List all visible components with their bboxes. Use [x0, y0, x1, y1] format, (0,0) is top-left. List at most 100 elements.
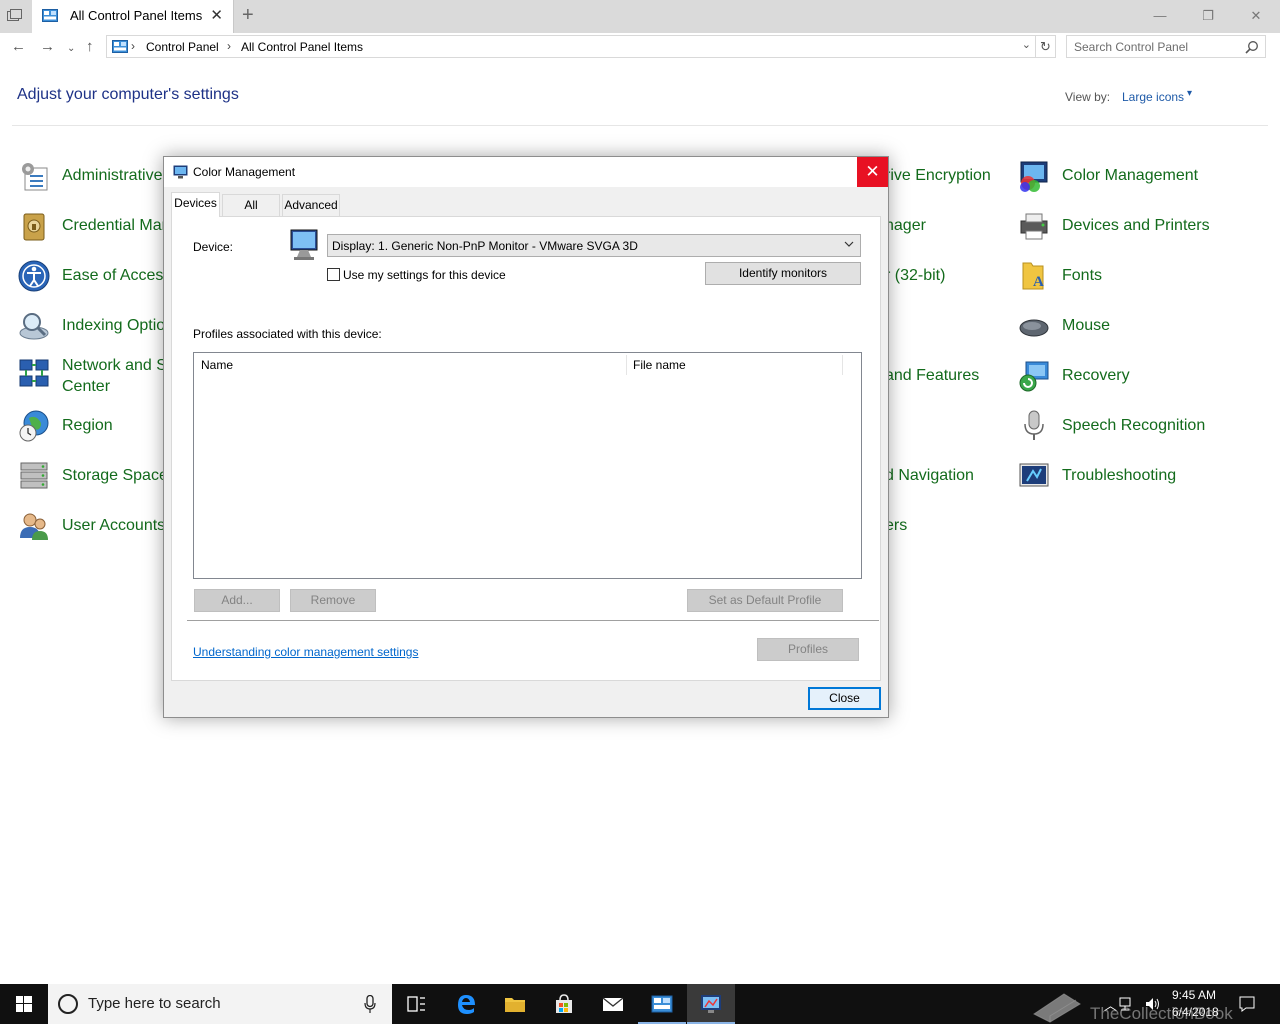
view-by-caret-icon[interactable]: ▾	[1187, 88, 1192, 99]
dialog-title: Color Management	[193, 165, 296, 179]
address-dropdown-icon[interactable]: ⌄	[1022, 38, 1031, 51]
close-window-button[interactable]: ✕	[1233, 0, 1279, 33]
cp-item-taskbar-navigation-label[interactable]: d Navigation	[885, 465, 974, 486]
set-default-profile-button[interactable]: Set as Default Profile	[687, 589, 843, 612]
cp-item-label: Recovery	[1062, 367, 1130, 384]
region-globe-icon	[19, 410, 49, 442]
cp-item-label: Region	[62, 417, 113, 434]
file-explorer-icon	[505, 998, 525, 1012]
tab-close-icon[interactable]: ✕	[210, 8, 223, 24]
action-center-icon[interactable]	[1238, 995, 1256, 1013]
control-panel-icon	[42, 9, 58, 22]
clock-time[interactable]: 9:45 AM	[1172, 988, 1216, 1002]
cp-item-label: Devices and Printers	[1062, 217, 1210, 234]
identify-monitors-button[interactable]: Identify monitors	[705, 262, 861, 285]
forward-button[interactable]: →	[40, 38, 55, 56]
page-title: Adjust your computer's settings	[17, 86, 239, 103]
svg-text:A: A	[1033, 274, 1044, 290]
cp-item-programs-features-label[interactable]: and Features	[885, 365, 979, 386]
new-tab-icon[interactable]: +	[242, 5, 254, 25]
search-icon[interactable]	[1245, 40, 1259, 54]
refresh-button[interactable]: ↻	[1036, 35, 1056, 58]
minimize-button[interactable]: —	[1137, 0, 1183, 33]
restore-button[interactable]: ❐	[1185, 0, 1231, 33]
up-button[interactable]: ↑	[86, 38, 94, 56]
back-button[interactable]: ←	[11, 38, 26, 56]
device-label: Device:	[193, 240, 234, 254]
color-management-dialog: Color Management ✕ Devices All Profiles …	[163, 156, 889, 718]
breadcrumb-separator[interactable]: ›	[131, 39, 135, 53]
color-management-icon	[701, 995, 721, 1013]
address-bar[interactable]: › Control Panel › All Control Panel Item…	[106, 35, 1036, 58]
cp-item-flash-player-label[interactable]: r (32-bit)	[885, 265, 945, 286]
color-management-icon	[173, 165, 188, 179]
address-row: ← → ⌄ ↑ › Control Panel › All Control Pa…	[0, 33, 1280, 61]
profiles-button[interactable]: Profiles	[757, 638, 859, 661]
cp-item-label: Troubleshooting	[1062, 467, 1177, 484]
mouse-icon	[1019, 319, 1049, 337]
search-input[interactable]	[1074, 37, 1244, 56]
microphone-icon[interactable]	[364, 995, 376, 1013]
task-view-icon	[407, 996, 425, 1012]
profiles-list[interactable]: Name File name	[193, 352, 862, 579]
add-button[interactable]: Add...	[194, 589, 280, 612]
close-button[interactable]: Close	[808, 687, 881, 710]
credential-manager-icon	[23, 213, 45, 241]
store-app[interactable]	[540, 984, 588, 1024]
cp-item-label: Network and S	[62, 357, 167, 374]
use-my-settings-label[interactable]: Use my settings for this device	[343, 268, 506, 282]
column-divider[interactable]	[842, 355, 843, 375]
taskbar-search[interactable]: Type here to search	[48, 984, 392, 1024]
color-management-app[interactable]	[687, 984, 735, 1024]
view-by-label: View by:	[1065, 90, 1111, 104]
dialog-close-icon[interactable]: ✕	[857, 157, 888, 187]
windows-start-icon[interactable]	[0, 984, 48, 1024]
recovery-icon	[1019, 361, 1049, 392]
taskbar: Type here to search ︿ 9:45 AM 6/4/2018	[0, 984, 1280, 1024]
task-view-button[interactable]	[392, 984, 440, 1024]
remove-button[interactable]: Remove	[290, 589, 376, 612]
use-my-settings-checkbox[interactable]	[327, 268, 340, 281]
recent-locations-icon[interactable]: ⌄	[67, 40, 75, 58]
color-management-icon	[1020, 161, 1048, 192]
cp-item-device-manager-label[interactable]: nager	[885, 215, 926, 236]
cp-item-label: Speech Recognition	[1062, 417, 1206, 434]
watermark-text: TheCollectionBook	[1090, 1004, 1233, 1023]
cp-item-label: Storage Spaces	[62, 467, 176, 484]
edge-app[interactable]	[442, 984, 490, 1024]
cp-item-label: Color Management	[1062, 167, 1199, 184]
device-select-value: Display: 1. Generic Non-PnP Monitor - VM…	[332, 239, 638, 253]
tab-all-profiles[interactable]: All Profiles	[222, 194, 280, 232]
control-panel-app[interactable]	[638, 984, 686, 1024]
breadcrumb-all-items[interactable]: All Control Panel Items	[241, 40, 363, 54]
cp-item-label-line2: Center	[62, 378, 111, 395]
tab-all-control-panel-items[interactable]: All Control Panel Items ✕	[32, 0, 234, 33]
tab-title: All Control Panel Items	[70, 8, 203, 23]
column-header-file-name[interactable]: File name	[626, 353, 842, 377]
cp-item-label: User Accounts	[62, 517, 166, 534]
cp-item-label: Administrative	[62, 167, 163, 184]
cp-item-label: Mouse	[1062, 317, 1111, 334]
divider	[12, 125, 1268, 126]
tab-advanced[interactable]: Advanced	[282, 194, 340, 216]
store-bag-icon	[556, 994, 572, 1013]
breadcrumb-control-panel[interactable]: Control Panel	[146, 40, 219, 54]
cortana-icon	[58, 994, 78, 1014]
file-explorer-app[interactable]	[491, 984, 539, 1024]
mail-app[interactable]	[589, 984, 637, 1024]
fonts-folder-icon: A	[1022, 262, 1044, 290]
cp-item-label: Credential Mar	[62, 217, 167, 234]
devices-panel: Device: Display: 1. Generic Non-PnP Moni…	[171, 216, 881, 681]
device-select[interactable]: Display: 1. Generic Non-PnP Monitor - VM…	[327, 234, 861, 257]
understanding-color-link[interactable]: Understanding color management settings	[193, 645, 418, 659]
control-panel-icon	[651, 995, 673, 1013]
view-by-dropdown[interactable]: Large icons	[1122, 90, 1184, 104]
search-box[interactable]	[1066, 35, 1266, 58]
breadcrumb-separator[interactable]: ›	[227, 39, 231, 53]
user-accounts-icon	[20, 513, 48, 540]
tab-devices[interactable]: Devices	[171, 192, 220, 217]
task-view-tabs-icon[interactable]	[7, 9, 23, 23]
cp-item-bitlocker-label[interactable]: rive Encryption	[885, 165, 991, 186]
column-header-name[interactable]: Name	[194, 353, 626, 377]
dialog-title-bar[interactable]: Color Management ✕	[164, 157, 888, 187]
